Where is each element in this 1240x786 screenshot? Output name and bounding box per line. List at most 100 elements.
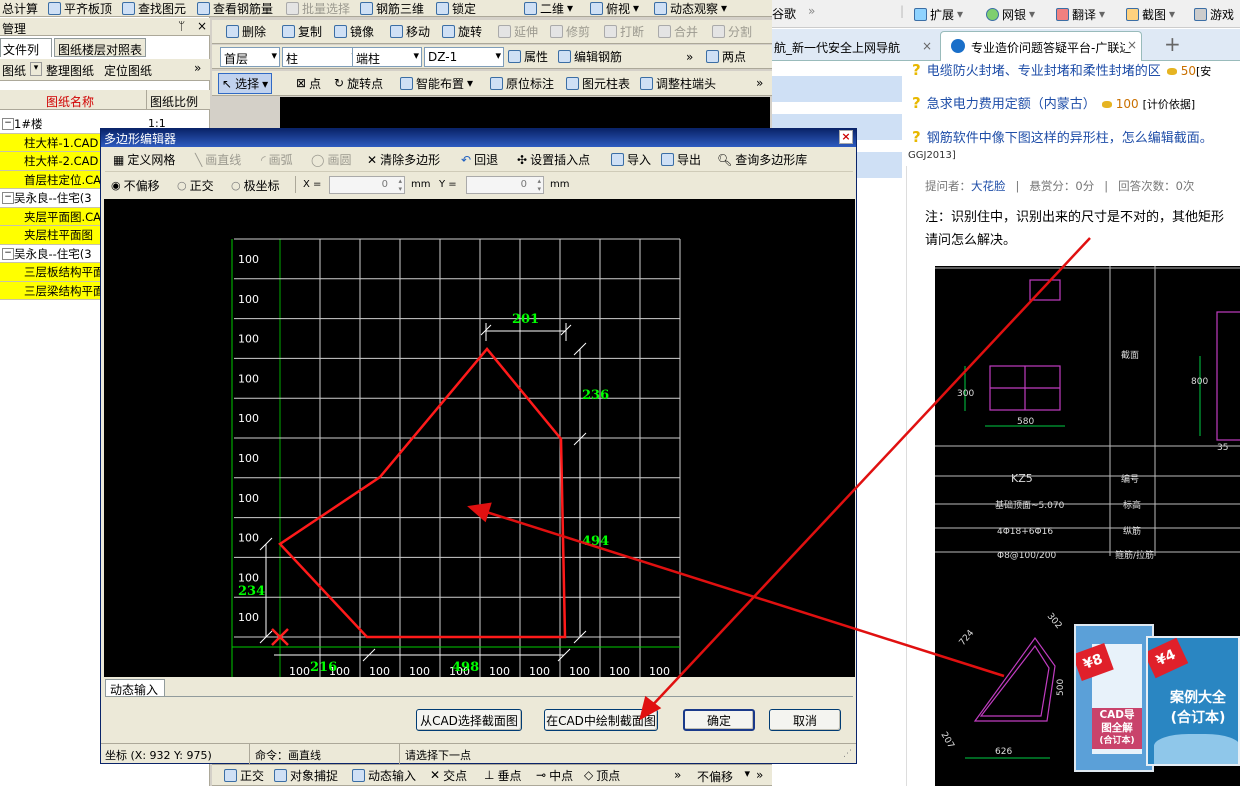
close-icon[interactable]: × xyxy=(197,19,207,33)
point-button[interactable]: ⊠ 点 xyxy=(296,71,321,95)
split-button[interactable]: 分割 xyxy=(712,20,752,43)
extensions-button[interactable]: 扩展 ▾ xyxy=(914,0,963,28)
more-icon[interactable]: » xyxy=(808,4,815,18)
tree-item-drawing[interactable]: 柱大样-2.CAD xyxy=(0,152,102,171)
inplace-label-button[interactable]: 原位标注 xyxy=(490,71,554,95)
intersection-button[interactable]: ✕ 交点 xyxy=(430,765,467,785)
netbank-button[interactable]: 网银 ▾ xyxy=(986,0,1035,28)
tree-item-drawing[interactable]: 夹层平面图.CA xyxy=(0,207,102,226)
tab-file-list[interactable]: 文件列表 xyxy=(0,38,52,74)
total-calc-button[interactable]: 总计算 xyxy=(2,0,38,16)
google-link[interactable]: 谷歌 xyxy=(772,5,796,22)
top-view-combo[interactable]: 俯视 ▾ xyxy=(590,0,639,16)
ad-case-collection[interactable]: ¥4 案例大全 (合订本) xyxy=(1146,636,1240,766)
more-icon[interactable]: » xyxy=(194,61,201,75)
mirror-button[interactable]: 镜像 xyxy=(334,20,374,43)
perpendicular-button[interactable]: ⊥ 垂点 xyxy=(484,765,521,785)
select-from-cad-button[interactable]: 从CAD选择截面图 xyxy=(416,709,522,731)
more-icon[interactable]: » xyxy=(756,765,763,785)
browser-tab-nav[interactable]: 航_新一代安全上网导航 × xyxy=(772,33,938,61)
lock-button[interactable]: 锁定 xyxy=(436,0,476,16)
merge-button[interactable]: 合并 xyxy=(658,20,698,43)
translate-button[interactable]: 翻译 ▾ xyxy=(1056,0,1105,28)
query-library-button[interactable]: 🔍︎ 查询多边形库 xyxy=(717,148,807,171)
games-button[interactable]: 游戏 xyxy=(1194,0,1234,28)
browser-tab-active[interactable]: 专业造价问题答疑平台-广联达 × xyxy=(940,31,1142,61)
define-grid-button[interactable]: ▦ 定义网格 xyxy=(113,148,175,171)
cancel-button[interactable]: 取消 xyxy=(769,709,841,731)
polar-radio[interactable]: ○ 极坐标 xyxy=(231,174,280,196)
tree-item-drawing[interactable]: 首层柱定位.CA xyxy=(0,170,102,189)
close-icon[interactable]: × xyxy=(1125,38,1138,52)
delete-button[interactable]: 删除 xyxy=(226,20,266,43)
question-link-2[interactable]: ? 急求电力费用定额（内蒙古） 100 [计价依据] xyxy=(912,93,1195,115)
undo-button[interactable]: ↶ 回退 xyxy=(461,148,498,171)
type-combo[interactable]: 柱 xyxy=(282,47,360,67)
tree-item-group[interactable]: 1#楼 xyxy=(0,115,102,134)
locate-drawings-button[interactable]: 定位图纸 xyxy=(104,62,152,79)
object-snap-button[interactable]: 对象捕捉 xyxy=(274,765,338,785)
properties-button[interactable]: 属性 xyxy=(508,45,548,68)
dynamic-input-tab[interactable]: 动态输入 xyxy=(105,679,165,697)
more-icon[interactable]: » xyxy=(686,45,693,68)
question-link-3[interactable]: ? 钢筋软件中像下图这样的异形柱，怎么编辑截面。 xyxy=(912,127,1213,149)
dynamic-input-button[interactable]: 动态输入 xyxy=(352,765,416,785)
batch-select-button[interactable]: 批量选择 xyxy=(286,0,350,16)
copy-button[interactable]: 复制 xyxy=(282,20,322,43)
subtype-combo[interactable]: 端柱 xyxy=(352,47,422,67)
draw-line-button[interactable]: ╲ 画直线 xyxy=(195,148,241,171)
new-tab-icon[interactable]: + xyxy=(1164,32,1181,56)
trim-button[interactable]: 修剪 xyxy=(550,20,590,43)
ortho-radio[interactable]: ○ 正交 xyxy=(177,174,214,196)
organize-drawings-button[interactable]: 整理图纸 xyxy=(46,62,94,79)
vertex-button[interactable]: ◇ 顶点 xyxy=(584,765,620,785)
more-icon[interactable]: » xyxy=(674,765,681,785)
dialog-close-button[interactable]: × xyxy=(839,130,853,144)
draw-in-cad-button[interactable]: 在CAD中绘制截面图 xyxy=(544,709,658,731)
find-element-button[interactable]: 查找图元 xyxy=(122,0,186,16)
no-offset-radio[interactable]: ◉ 不偏移 xyxy=(111,174,160,196)
floor-combo[interactable]: 首层 xyxy=(220,47,280,67)
break-button[interactable]: 打断 xyxy=(604,20,644,43)
ortho-button[interactable]: 正交 xyxy=(224,765,264,785)
move-button[interactable]: 移动 xyxy=(390,20,430,43)
tree-item-drawing[interactable]: 三层梁结构平面 xyxy=(0,281,102,300)
tree-item-drawing[interactable]: 夹层柱平面图 xyxy=(0,226,102,245)
export-button[interactable]: 导出 xyxy=(661,148,701,171)
y-coordinate-input[interactable]: 0 ▴ ▾ xyxy=(466,176,544,194)
select-button[interactable]: ↖ 选择 ▾ xyxy=(218,73,273,94)
tree-item-group[interactable]: 吴永良--住宅(3 xyxy=(0,189,102,208)
draw-circle-button[interactable]: ◯ 画圆 xyxy=(311,148,351,171)
smart-layout-button[interactable]: 智能布置 ▾ xyxy=(400,71,473,95)
polygon-canvas[interactable]: 100 100 100 100 100 100 100 100 100 100 100 100 100… xyxy=(104,199,855,677)
tree-item-drawing[interactable]: 柱大样-1.CAD xyxy=(0,133,102,152)
extend-button[interactable]: 延伸 xyxy=(498,20,538,43)
screenshot-button[interactable]: 截图 ▾ xyxy=(1126,0,1175,28)
offset-combo[interactable]: 不偏移 xyxy=(694,766,752,786)
rebar-3d-button[interactable]: 钢筋三维 xyxy=(360,0,424,16)
adjust-end-button[interactable]: 调整柱端头 xyxy=(640,71,716,95)
view-2d-combo[interactable]: 二维 ▾ xyxy=(524,0,573,16)
asker-link[interactable]: 大花脸 xyxy=(971,179,1006,193)
pin-icon[interactable]: ᛘ xyxy=(178,19,185,33)
rotate-button[interactable]: 旋转 xyxy=(442,20,482,43)
dynamic-view-button[interactable]: 动态观察 ▾ xyxy=(654,0,727,16)
clear-polygon-button[interactable]: ✕ 清除多边形 xyxy=(367,148,440,171)
drawing-combo[interactable]: 图纸 xyxy=(2,62,26,79)
question-link-1[interactable]: ? 电缆防火封堵、专业封堵和柔性封堵的区 50[安 xyxy=(912,60,1211,82)
id-combo[interactable]: DZ-1 xyxy=(424,47,504,67)
resize-grip-icon[interactable]: ⋰ xyxy=(843,749,852,759)
edit-rebar-button[interactable]: 编辑钢筋 xyxy=(558,45,622,68)
polygon-shape[interactable] xyxy=(278,347,567,639)
dropdown-icon[interactable]: ▾ xyxy=(30,62,42,76)
ok-button[interactable]: 确定 xyxy=(683,709,755,731)
close-icon[interactable]: × xyxy=(922,39,932,53)
draw-arc-button[interactable]: ◜ 画弧 xyxy=(261,148,293,171)
two-point-button[interactable]: 两点 xyxy=(706,45,746,68)
import-button[interactable]: 导入 xyxy=(611,148,651,171)
flush-slab-button[interactable]: 平齐板顶 xyxy=(48,0,112,16)
tree-item-drawing[interactable]: 三层板结构平面 xyxy=(0,263,102,282)
rotate-point-button[interactable]: ↻ 旋转点 xyxy=(334,71,383,95)
tree-item-group[interactable]: 吴永良--住宅(3 xyxy=(0,244,102,263)
view-rebar-button[interactable]: 查看钢筋量 xyxy=(197,0,273,16)
